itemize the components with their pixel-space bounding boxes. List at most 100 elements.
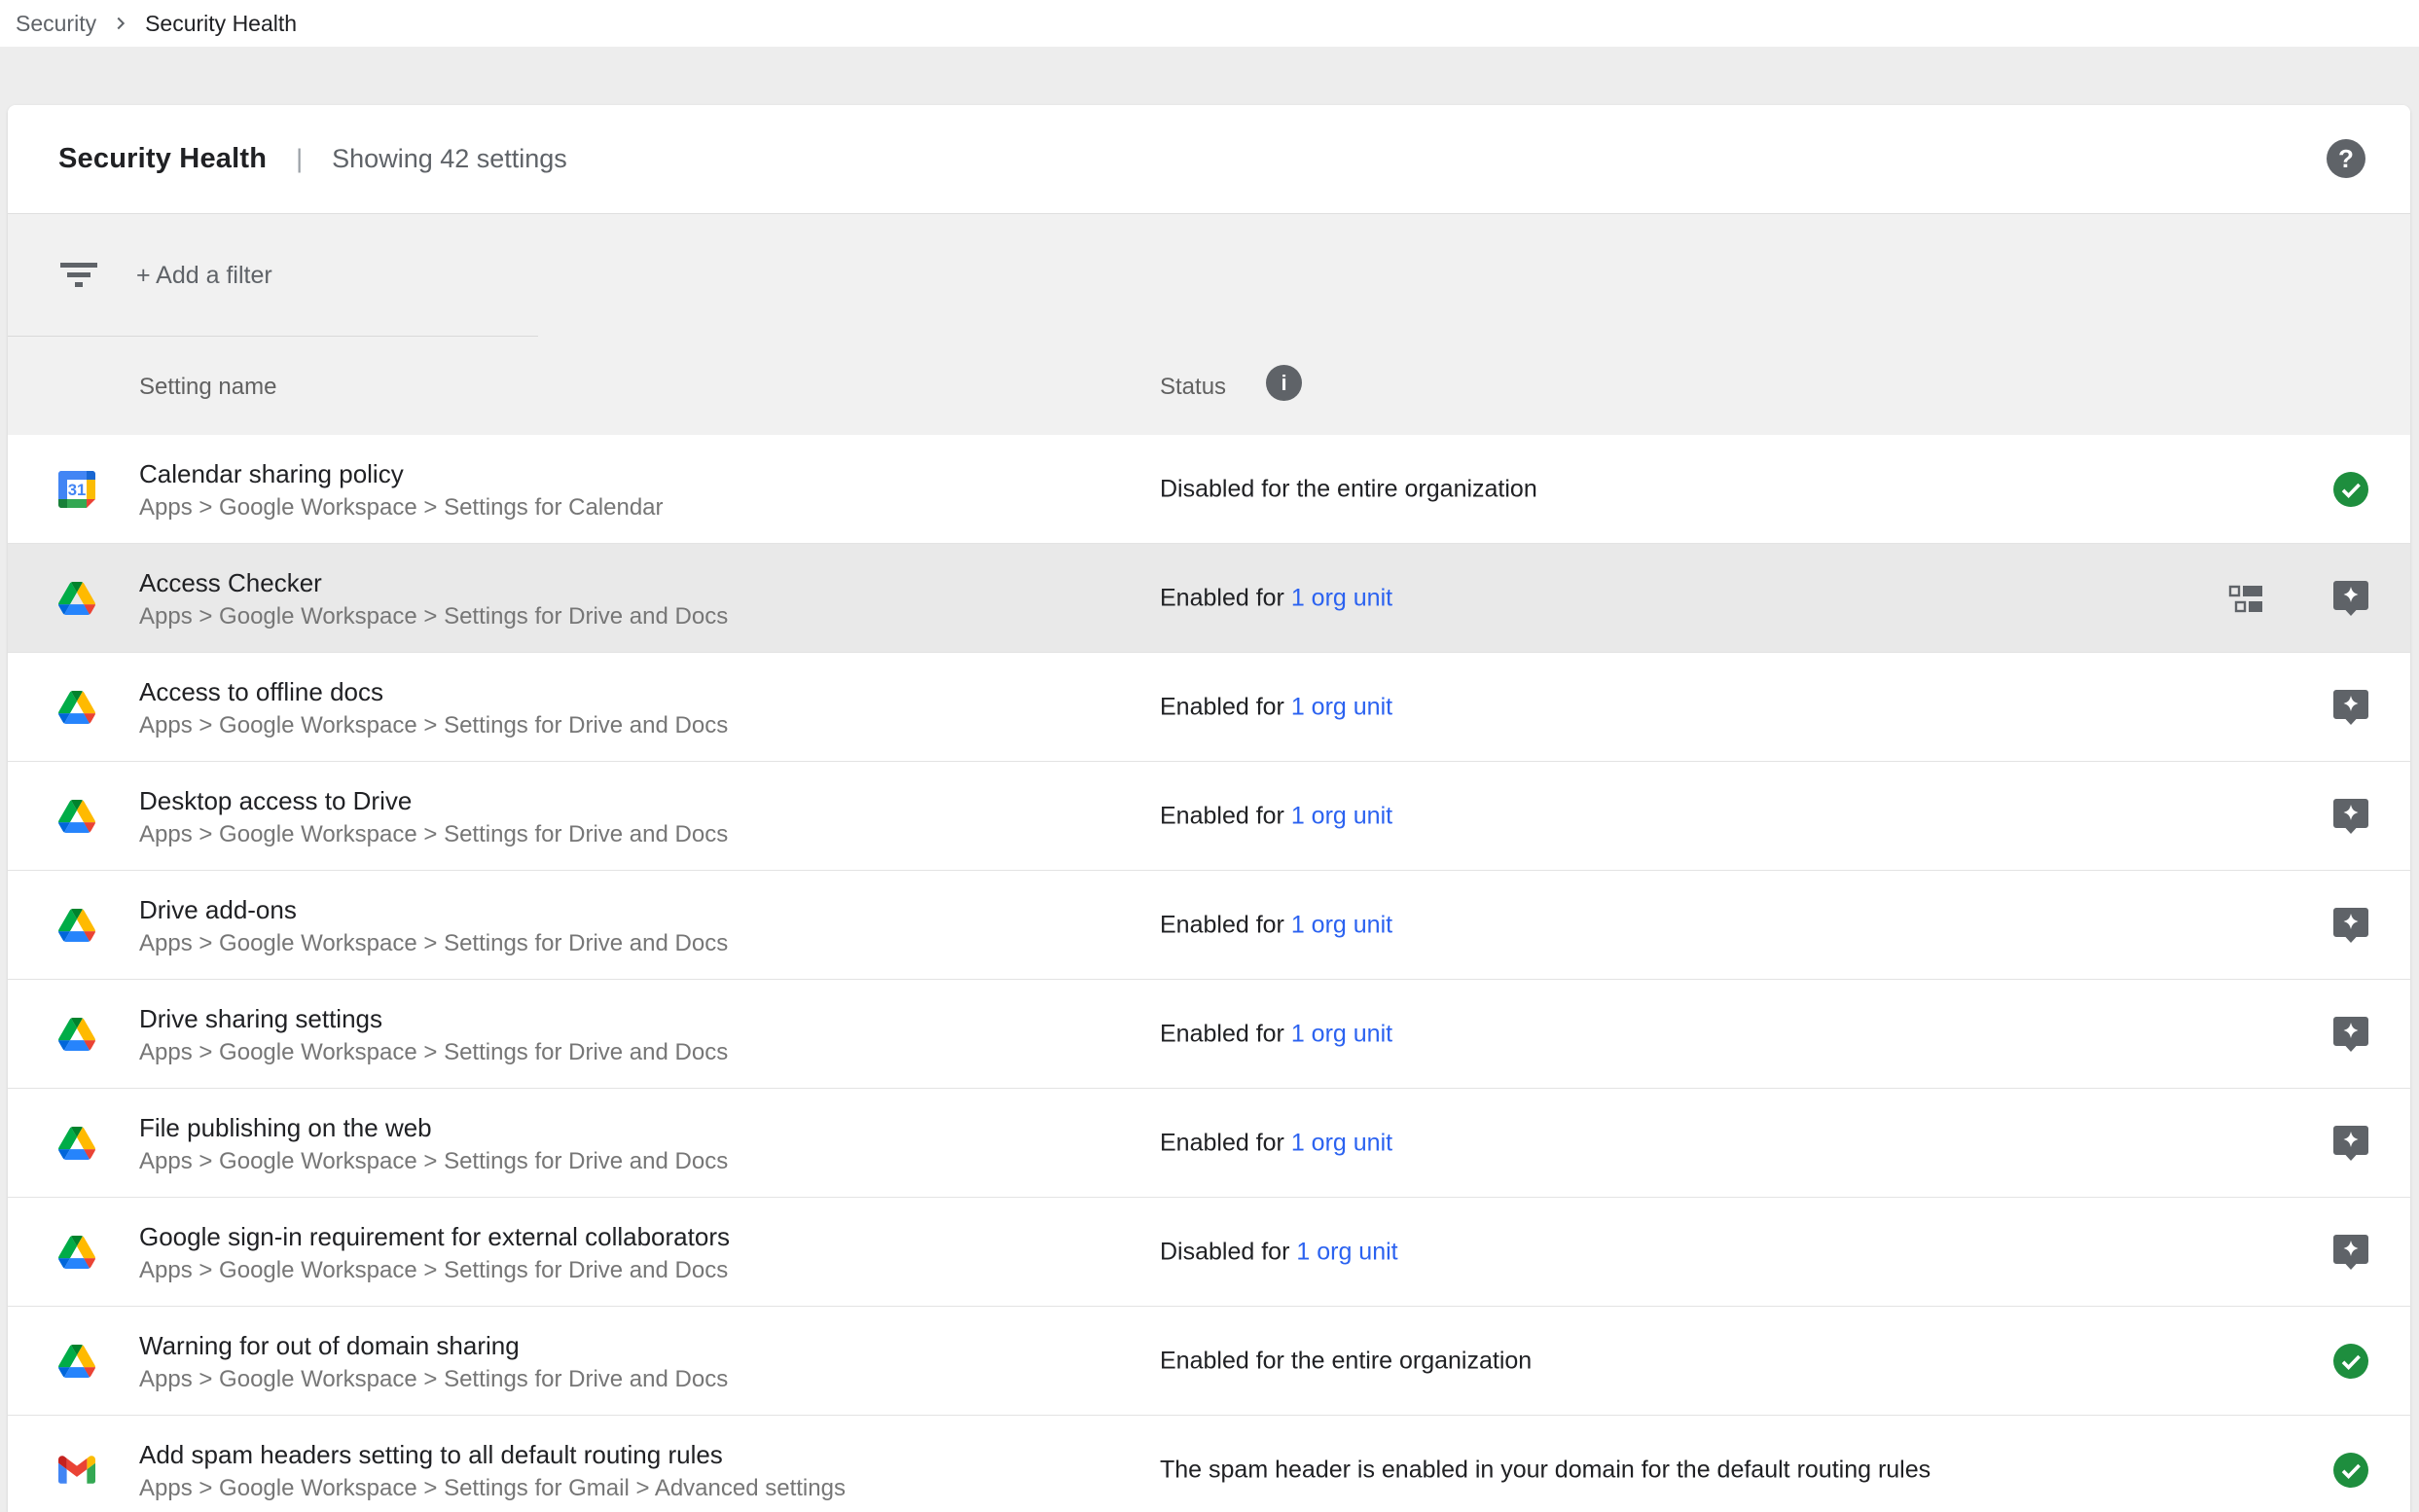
setting-path: Apps > Google Workspace > Settings for D… [139, 1036, 728, 1069]
table-row[interactable]: Drive sharing settings Apps > Google Wor… [8, 980, 2410, 1089]
table-row[interactable]: Access Checker Apps > Google Workspace >… [8, 544, 2410, 653]
table-row[interactable]: Google sign-in requirement for external … [8, 1198, 2410, 1307]
filter-and-header-band: + Add a filter Setting name Status i [8, 213, 2410, 435]
status-text: Disabled for the entire organization [1160, 475, 1537, 502]
app-icon [58, 1016, 95, 1053]
setting-name: Drive sharing settings [139, 1001, 728, 1036]
gmail-icon [58, 1456, 95, 1484]
google-drive-icon [58, 1345, 95, 1378]
setting-name: Add spam headers setting to all default … [139, 1437, 846, 1472]
status-text: Enabled for [1160, 911, 1291, 938]
status-text: Enabled for [1160, 693, 1291, 720]
google-drive-icon [58, 1127, 95, 1160]
google-drive-icon [58, 1236, 95, 1269]
table-row[interactable]: 31 Calendar sharing policy Apps > Google… [8, 435, 2410, 544]
org-unit-link[interactable]: 1 org unit [1291, 584, 1392, 611]
setting-path: Apps > Google Workspace > Settings for D… [139, 927, 728, 960]
setting-text: Add spam headers setting to all default … [139, 1435, 846, 1505]
svg-text:31: 31 [68, 481, 87, 499]
org-unit-link[interactable]: 1 org unit [1291, 693, 1392, 720]
recommendation-badge-icon[interactable] [2331, 1124, 2370, 1163]
help-icon[interactable]: ? [2327, 139, 2365, 178]
chevron-right-icon [110, 13, 131, 34]
breadcrumb: Security Security Health [0, 0, 2419, 47]
org-unit-link[interactable]: 1 org unit [1291, 802, 1392, 829]
filter-bar: + Add a filter [8, 214, 2410, 337]
table-row[interactable]: Add spam headers setting to all default … [8, 1416, 2410, 1512]
status-cell: The spam header is enabled in your domai… [1160, 1456, 1931, 1484]
status-cell: Enabled for 1 org unit [1160, 584, 1392, 612]
setting-path: Apps > Google Workspace > Settings for D… [139, 709, 728, 742]
app-icon [58, 689, 95, 726]
page-title: Security Health [58, 143, 267, 175]
setting-text: Access Checker Apps > Google Workspace >… [139, 563, 728, 633]
status-cell: Disabled for the entire organization [1160, 475, 1537, 503]
setting-text: Drive add-ons Apps > Google Workspace > … [139, 890, 728, 960]
setting-path: Apps > Google Workspace > Settings for D… [139, 1254, 730, 1287]
table-row[interactable]: Desktop access to Drive Apps > Google Wo… [8, 762, 2410, 871]
recommendation-badge-icon[interactable] [2331, 579, 2370, 618]
status-cell: Enabled for 1 org unit [1160, 911, 1392, 939]
recommendation-badge-icon[interactable] [2331, 688, 2370, 727]
table-row[interactable]: File publishing on the web Apps > Google… [8, 1089, 2410, 1198]
security-health-card: Security Health | Showing 42 settings ? … [8, 105, 2410, 1512]
setting-name: Google sign-in requirement for external … [139, 1219, 730, 1254]
app-icon [58, 1125, 95, 1162]
setting-path: Apps > Google Workspace > Settings for D… [139, 818, 728, 851]
add-filter-button[interactable]: + Add a filter [136, 262, 272, 290]
breadcrumb-current: Security Health [145, 11, 297, 37]
google-calendar-icon: 31 [58, 471, 95, 508]
org-unit-link[interactable]: 1 org unit [1291, 911, 1392, 938]
org-unit-link[interactable]: 1 org unit [1291, 1020, 1392, 1047]
app-icon [58, 1452, 95, 1489]
app-icon: 31 [58, 471, 95, 508]
status-ok-icon [2331, 1342, 2370, 1381]
recommendation-badge-icon[interactable] [2331, 1233, 2370, 1272]
info-icon[interactable]: i [1266, 365, 1302, 401]
card-header: Security Health | Showing 42 settings ? [8, 105, 2410, 213]
app-icon [58, 798, 95, 835]
setting-path: Apps > Google Workspace > Settings for C… [139, 491, 664, 524]
title-separator: | [296, 144, 303, 174]
column-header-setting-name: Setting name [139, 374, 276, 401]
status-text: Enabled for [1160, 1129, 1291, 1156]
status-text: Enabled for the entire organization [1160, 1347, 1532, 1374]
status-ok-icon [2331, 1451, 2370, 1490]
google-drive-icon [58, 800, 95, 833]
table-row[interactable]: Access to offline docs Apps > Google Wor… [8, 653, 2410, 762]
setting-name: Access Checker [139, 565, 728, 600]
google-drive-icon [58, 582, 95, 615]
app-icon [58, 580, 95, 617]
filter-list-icon [60, 263, 97, 293]
setting-path: Apps > Google Workspace > Settings for D… [139, 600, 728, 633]
status-cell: Disabled for 1 org unit [1160, 1238, 1398, 1266]
breadcrumb-parent-link[interactable]: Security [16, 11, 96, 37]
setting-text: Access to offline docs Apps > Google Wor… [139, 672, 728, 742]
google-drive-icon [58, 691, 95, 724]
setting-path: Apps > Google Workspace > Settings for D… [139, 1363, 728, 1396]
status-cell: Enabled for 1 org unit [1160, 1129, 1392, 1157]
recommendation-badge-icon[interactable] [2331, 906, 2370, 945]
setting-text: Drive sharing settings Apps > Google Wor… [139, 999, 728, 1069]
status-text: Enabled for [1160, 584, 1291, 611]
status-cell: Enabled for the entire organization [1160, 1347, 1532, 1375]
recommendation-badge-icon[interactable] [2331, 1015, 2370, 1054]
setting-name: Access to offline docs [139, 674, 728, 709]
table-row[interactable]: Warning for out of domain sharing Apps >… [8, 1307, 2410, 1416]
setting-name: Calendar sharing policy [139, 456, 664, 491]
setting-text: Warning for out of domain sharing Apps >… [139, 1326, 728, 1396]
column-header-status: Status [1160, 374, 1226, 401]
status-text: Enabled for [1160, 1020, 1291, 1047]
setting-name: File publishing on the web [139, 1110, 728, 1145]
google-drive-icon [58, 1018, 95, 1051]
setting-text: Google sign-in requirement for external … [139, 1217, 730, 1287]
org-unit-link[interactable]: 1 org unit [1296, 1238, 1397, 1265]
setting-text: File publishing on the web Apps > Google… [139, 1108, 728, 1178]
recommendation-badge-icon[interactable] [2331, 797, 2370, 836]
org-unit-link[interactable]: 1 org unit [1291, 1129, 1392, 1156]
status-text: Enabled for [1160, 802, 1291, 829]
org-units-icon [2228, 584, 2263, 613]
table-row[interactable]: Drive add-ons Apps > Google Workspace > … [8, 871, 2410, 980]
setting-text: Calendar sharing policy Apps > Google Wo… [139, 454, 664, 524]
setting-path: Apps > Google Workspace > Settings for D… [139, 1145, 728, 1178]
